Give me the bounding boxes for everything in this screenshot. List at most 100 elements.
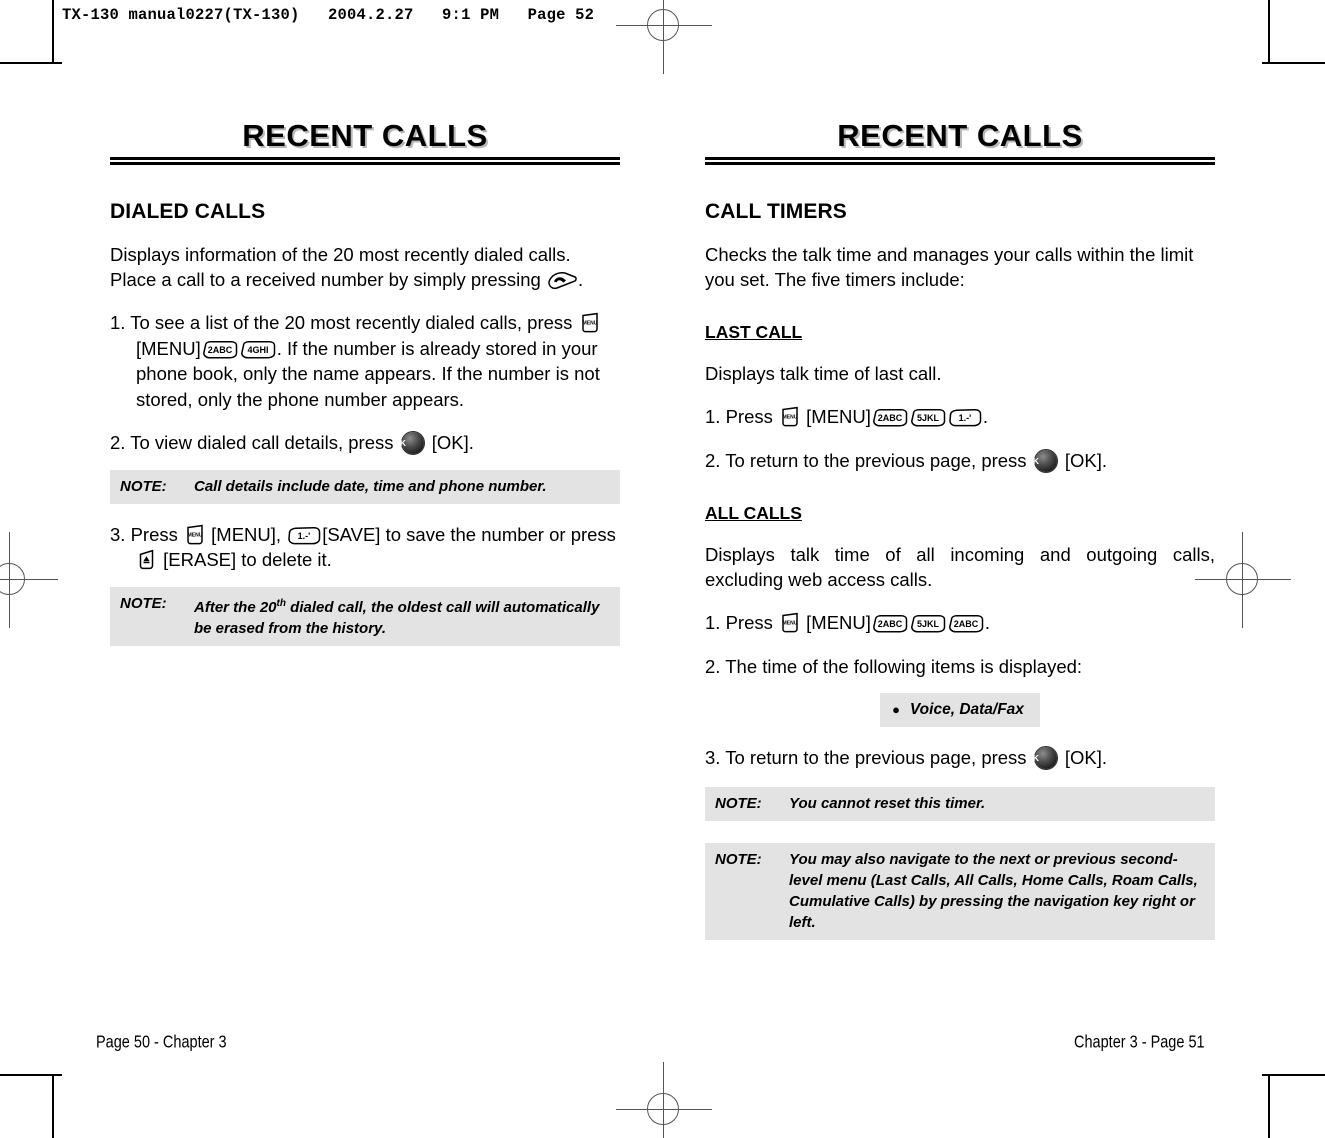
note-label: NOTE: <box>120 594 167 612</box>
step-number: 2. <box>705 655 721 677</box>
step-text-part1: Press <box>130 523 184 545</box>
numkey-2abc-icon: 2ABC <box>872 615 908 633</box>
step-text-part2: [OK]. <box>1059 449 1107 471</box>
page-title: RECENT CALLS <box>837 118 1083 153</box>
step-item: 2. The time of the following items is di… <box>705 654 1215 680</box>
step-text-part4: [ERASE] to delete it. <box>158 549 332 570</box>
svg-text:MENU: MENU <box>783 415 798 421</box>
last-call-steps: 1. Press MENU [MENU] 2ABC 5JKL 1.-'. 2. To … <box>705 404 1215 473</box>
note-box: NOTE: You may also navigate to the next … <box>705 842 1215 940</box>
step-item: 2. To return to the previous page, press… <box>705 448 1215 474</box>
step-text-part2: [OK]. <box>426 432 474 453</box>
step-text-part3: . <box>984 612 991 633</box>
menu-key-icon: MENU <box>579 312 600 333</box>
note-label: NOTE: <box>715 794 762 812</box>
numkey-4ghi-icon: 4GHI <box>240 340 276 359</box>
svg-text:2ABC: 2ABC <box>878 619 903 629</box>
step-text-part1: To return to the previous page, press <box>725 747 1032 768</box>
last-call-subsection: LAST CALL Displays talk time of last cal… <box>705 292 1215 473</box>
svg-text:2ABC: 2ABC <box>207 345 232 355</box>
numkey-5jkl-icon: 5JKL <box>910 615 946 633</box>
numkey-1-icon: 1.-' <box>287 526 321 545</box>
note-box: NOTE: Call details include date, time an… <box>110 469 620 504</box>
step-item: 3. Press MENU [MENU], 1.-' [SAVE] to save… <box>110 522 620 573</box>
step-item: 3. To return to the previous page, press… <box>705 745 1215 771</box>
note-text: You may also navigate to the next or pre… <box>789 850 1198 931</box>
step-text-part2: [MENU] <box>136 337 201 359</box>
all-calls-body: Displays talk time of all incoming and o… <box>705 544 1215 590</box>
step-number: 3. <box>110 523 126 545</box>
crop-mark-top-left-vertical <box>52 0 54 62</box>
menu-key-icon: MENU <box>184 524 205 545</box>
step-text-part3: [SAVE] to save the number or press <box>322 523 616 545</box>
all-calls-steps: 1. Press MENU [MENU] 2ABC 5JKL 2ABC. 2. The… <box>705 610 1215 679</box>
ok-key-icon: OK <box>1027 449 1057 472</box>
registration-mark-top <box>616 0 712 74</box>
numkey-2abc-icon: 2ABC <box>872 409 908 427</box>
numkey-2abc-icon: 2ABC <box>202 340 238 359</box>
svg-text:1.-': 1.-' <box>959 413 972 423</box>
step-text-part1: To see a list of the 20 most recently di… <box>130 312 578 333</box>
registration-mark-left <box>0 532 58 628</box>
intro-text-part1: Displays information of the 20 most rece… <box>110 244 571 290</box>
page-title: RECENT CALLS <box>242 118 488 153</box>
step-item: 2. To view dialed call details, press OK… <box>110 430 620 456</box>
step-number: 1. <box>705 406 721 427</box>
dialed-calls-intro: Displays information of the 20 most rece… <box>110 242 620 292</box>
right-page-footer: Chapter 3 - Page 51 <box>1074 1033 1205 1052</box>
send-key-icon <box>547 271 577 290</box>
numkey-2abc-icon: 2ABC <box>948 615 984 633</box>
ok-key-label: OK <box>1026 752 1039 763</box>
numkey-1-icon: 1.-' <box>948 409 982 427</box>
erase-key-icon <box>137 549 157 570</box>
dialed-calls-steps: 1. To see a list of the 20 most recently… <box>110 310 620 456</box>
step-number: 2. <box>705 449 721 471</box>
svg-text:2ABC: 2ABC <box>878 413 903 423</box>
print-slug-header: TX-130 manual0227(TX-130) 2004.2.27 9:1 … <box>62 6 595 24</box>
step-text-part2: [MENU], <box>206 523 287 545</box>
step-text-part1: To return to the previous page, press <box>725 449 1032 471</box>
step-item: 1. Press MENU [MENU] 2ABC 5JKL 1.-'. <box>705 404 1215 430</box>
note-text: You cannot reset this timer. <box>789 794 986 812</box>
displayed-items-box: ● Voice, Data/Fax <box>880 693 1040 727</box>
section-heading-call-timers: CALL TIMERS <box>705 200 847 223</box>
step-text-part3: . <box>982 406 989 427</box>
all-calls-subsection: ALL CALLS Displays talk time of all inco… <box>705 473 1215 771</box>
note-label: NOTE: <box>715 850 762 868</box>
crop-mark-bottom-left-vertical <box>52 1076 54 1138</box>
numkey-5jkl-icon: 5JKL <box>910 409 946 427</box>
step-text-part1: Press <box>725 406 779 427</box>
svg-text:4GHI: 4GHI <box>247 345 268 355</box>
ok-key-label: OK <box>393 437 406 448</box>
step-text-part2: [MENU] <box>801 406 871 427</box>
bullet-dot-icon: ● <box>892 702 900 717</box>
all-calls-steps-continued: 3. To return to the previous page, press… <box>705 745 1215 771</box>
menu-key-icon: MENU <box>779 406 800 427</box>
right-page-banner: RECENT CALLS <box>705 118 1215 174</box>
subsection-heading-all-calls: ALL CALLS <box>705 503 802 523</box>
ok-key-icon: OK <box>1026 747 1057 769</box>
step-number: 1. <box>110 312 126 333</box>
crop-mark-bottom-right-horizontal <box>1262 1074 1325 1076</box>
left-page-banner: RECENT CALLS <box>110 118 620 174</box>
svg-text:5JKL: 5JKL <box>917 619 940 629</box>
note-text: After the 20th dialed call, the oldest c… <box>194 593 610 639</box>
step-item: 1. Press MENU [MENU] 2ABC 5JKL 2ABC. <box>705 610 1215 636</box>
registration-mark-bottom <box>616 1062 712 1138</box>
intro-text-part2: . <box>577 269 584 290</box>
menu-key-icon: MENU <box>779 612 800 633</box>
right-page-column: RECENT CALLS CALL TIMERS Checks the talk… <box>705 118 1215 940</box>
svg-text:2ABC: 2ABC <box>954 619 979 629</box>
note-label: NOTE: <box>120 477 167 495</box>
step-number: 2. <box>110 432 126 453</box>
crop-mark-bottom-right-vertical <box>1268 1076 1270 1138</box>
scanned-manual-page: TX-130 manual0227(TX-130) 2004.2.27 9:1 … <box>0 0 1325 1138</box>
step-text-part1: To view dialed call details, press <box>130 432 399 453</box>
step-text-part2: [OK]. <box>1059 747 1107 768</box>
last-call-body: Displays talk time of last call. <box>705 363 942 384</box>
svg-text:MENU: MENU <box>582 321 597 327</box>
step-text-part1: Press <box>725 612 779 633</box>
step-number: 1. <box>705 612 721 633</box>
note-box: NOTE: After the 20th dialed call, the ol… <box>110 586 620 646</box>
banner-double-rule <box>110 157 620 165</box>
